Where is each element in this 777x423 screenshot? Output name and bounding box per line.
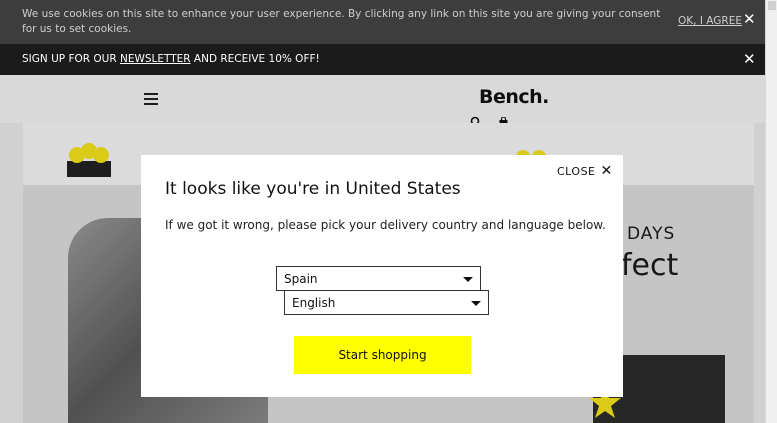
modal-description: If we got it wrong, please pick your del… [165, 218, 606, 232]
country-modal: CLOSE ✕ It looks like you're in United St… [141, 155, 623, 397]
newsletter-text-after: AND RECEIVE 10% OFF! [190, 53, 320, 65]
modal-close-button[interactable]: CLOSE ✕ [557, 163, 613, 179]
language-select[interactable]: English [284, 290, 489, 315]
chevron-down-icon [471, 301, 481, 306]
country-select-value: Spain [284, 272, 318, 286]
chevron-down-icon [463, 277, 473, 282]
modal-close-label: CLOSE [557, 165, 596, 178]
cookie-bar: We use cookies on this site to enhance y… [0, 0, 765, 44]
language-select-value: English [292, 296, 336, 310]
cookie-text: We use cookies on this site to enhance y… [22, 8, 661, 35]
close-icon: ✕ [600, 163, 613, 179]
newsletter-text-before: SIGN UP FOR OUR [22, 53, 120, 65]
start-shopping-button[interactable]: Start shopping [294, 336, 471, 374]
newsletter-link[interactable]: NEWSLETTER [120, 53, 191, 65]
cookie-agree-link[interactable]: OK, I AGREE [678, 14, 742, 29]
country-select[interactable]: Spain [276, 266, 481, 291]
modal-title: It looks like you're in United States [165, 179, 461, 199]
newsletter-close-icon[interactable]: ✕ [743, 50, 756, 68]
newsletter-bar: SIGN UP FOR OUR NEWSLETTER AND RECEIVE 1… [0, 44, 765, 75]
cookie-close-icon[interactable]: ✕ [743, 12, 756, 27]
newsletter-text: SIGN UP FOR OUR NEWSLETTER AND RECEIVE 1… [22, 53, 320, 65]
scroll-up-arrow[interactable] [768, 1, 776, 10]
scrollbar[interactable] [765, 0, 777, 423]
